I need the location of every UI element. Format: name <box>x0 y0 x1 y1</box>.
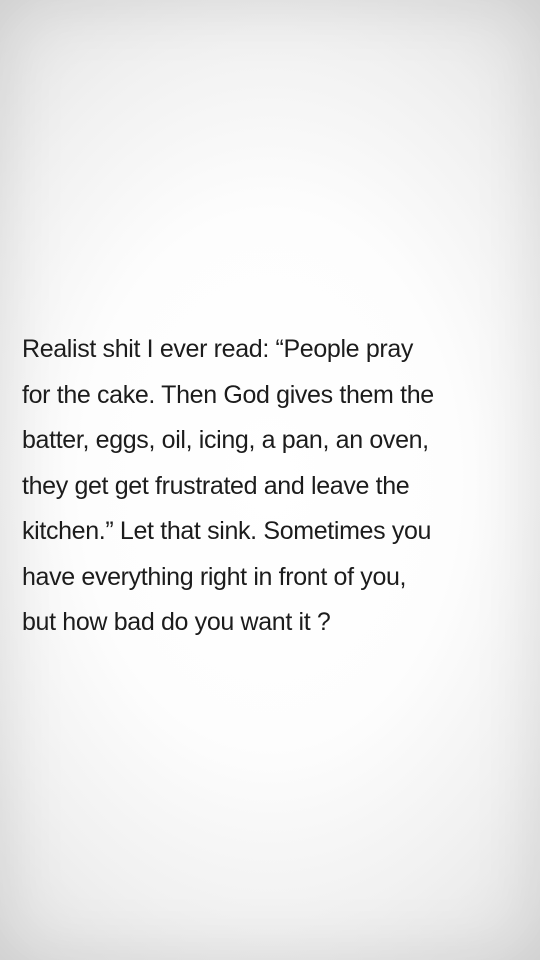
quote-line-7: but how bad do you want it ? <box>22 608 331 636</box>
quote-line-2: for the cake. Then God gives them the <box>22 380 434 409</box>
quote-line-4: they get get frustrated and leave the <box>22 471 410 500</box>
quote-text-block: Realist shit I ever read: “People pray f… <box>22 327 527 646</box>
quote-line-1: Realist shit I ever read: “People pray <box>22 335 414 363</box>
quote-line-6: have everything right in front of you, <box>22 562 407 591</box>
quote-line-3: batter, eggs, oil, icing, a pan, an oven… <box>22 426 429 454</box>
quote-line-5: kitchen.” Let that sink. Sometimes you <box>22 517 432 545</box>
